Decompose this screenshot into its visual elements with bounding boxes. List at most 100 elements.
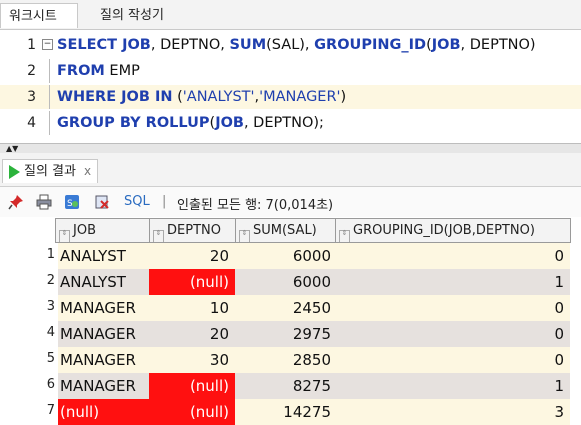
fold-toggle-icon[interactable]: − (42, 39, 53, 50)
sql-text: EMP (104, 63, 140, 79)
table-row[interactable]: 5 MANAGER 30 2850 0 (0, 347, 581, 373)
cell-sum-sal[interactable]: 2975 (235, 321, 335, 347)
cell-job[interactable]: MANAGER (58, 295, 149, 321)
tab-query-result[interactable]: 질의 결과 x (2, 159, 99, 183)
editor-line[interactable]: 1− SELECT JOB, DEPTNO, SUM(SAL), GROUPING… (0, 33, 581, 57)
sql-keyword: GROUP BY ROLLUP (57, 115, 210, 131)
column-header-label: DEPTNO (167, 223, 221, 238)
cell-deptno[interactable]: (null) (149, 373, 235, 399)
table-row[interactable]: 6 MANAGER (null) 8275 1 (0, 373, 581, 399)
sql-text: , DEPTNO) (460, 37, 536, 53)
table-row[interactable]: 4 MANAGER 20 2975 0 (0, 321, 581, 347)
cell-deptno[interactable]: 20 (149, 321, 235, 347)
cell-grouping-id[interactable]: 1 (335, 373, 570, 399)
sql-text: , DEPTNO, (150, 37, 230, 53)
toolbar-separator: | (162, 194, 167, 209)
cell-sum-sal[interactable]: 6000 (235, 243, 335, 269)
sql-keyword: JOB (431, 37, 461, 53)
editor-line[interactable]: 3 WHERE JOB IN ('ANALYST','MANAGER') (0, 85, 581, 109)
tab-query-builder[interactable]: 질의 작성기 (92, 3, 172, 28)
sql-text: ) (340, 89, 347, 105)
cell-sum-sal[interactable]: 2850 (235, 347, 335, 373)
query-result-label: 질의 결과 (24, 164, 76, 179)
cell-job[interactable]: MANAGER (58, 321, 149, 347)
cell-job[interactable]: MANAGER (58, 373, 149, 399)
fold-guide (49, 59, 50, 83)
cell-grouping-id[interactable]: 3 (335, 399, 570, 425)
play-icon (9, 164, 20, 179)
sort-icon[interactable]: ⇕ (59, 230, 70, 242)
editor-line[interactable]: 4 GROUP BY ROLLUP(JOB, DEPTNO); (0, 111, 581, 135)
table-row[interactable]: 3 MANAGER 10 2450 0 (0, 295, 581, 321)
close-icon[interactable]: x (84, 164, 91, 178)
cell-deptno[interactable]: 30 (149, 347, 235, 373)
editor-tabbar: 워크시트 질의 작성기 (0, 0, 581, 30)
sort-icon[interactable]: ⇕ (153, 230, 164, 242)
cell-deptno[interactable]: (null) (149, 399, 235, 425)
sql-text: (SAL), (266, 37, 315, 53)
row-number: 6 (46, 377, 55, 392)
cell-job[interactable]: MANAGER (58, 347, 149, 373)
cell-grouping-id[interactable]: 0 (335, 243, 570, 269)
cell-grouping-id[interactable]: 1 (335, 269, 570, 295)
line-number: 2 (27, 63, 36, 79)
column-header-grouping-id[interactable]: ⇕ GROUPING_ID(JOB,DEPTNO) (335, 218, 571, 243)
cell-sum-sal[interactable]: 6000 (235, 269, 335, 295)
code-text: WHERE JOB IN ('ANALYST','MANAGER') (57, 85, 346, 109)
row-number: 1 (46, 247, 55, 262)
editor-line[interactable]: 2 FROM EMP (0, 59, 581, 83)
sort-icon[interactable]: ⇕ (339, 230, 350, 242)
fold-guide (49, 111, 50, 135)
sql-keyword: GROUPING_ID (314, 37, 427, 53)
cell-deptno[interactable]: 10 (149, 295, 235, 321)
line-number: 3 (27, 89, 36, 105)
cell-grouping-id[interactable]: 0 (335, 347, 570, 373)
cell-deptno[interactable]: (null) (149, 269, 235, 295)
sql-link[interactable]: SQL (124, 194, 150, 209)
sql-keyword: SUM (229, 37, 267, 53)
row-number: 4 (46, 325, 55, 340)
cell-sum-sal[interactable]: 2450 (235, 295, 335, 321)
row-number: 3 (46, 299, 55, 314)
row-number: 7 (46, 403, 55, 418)
sql-text: , DEPTNO); (243, 115, 324, 131)
cell-grouping-id[interactable]: 0 (335, 321, 570, 347)
pin-icon[interactable] (8, 194, 24, 210)
cell-sum-sal[interactable]: 14275 (235, 399, 335, 425)
cell-sum-sal[interactable]: 8275 (235, 373, 335, 399)
results-tabbar: 질의 결과 x (0, 153, 581, 187)
sql-keyword: SELECT JOB (57, 37, 151, 53)
sql-string: 'ANALYST' (182, 89, 255, 105)
export-icon[interactable] (94, 194, 110, 210)
table-row[interactable]: 1 ANALYST 20 6000 0 (0, 243, 581, 269)
results-toolbar: S SQL | 인출된 모든 행: 7(0,014초) (0, 187, 581, 217)
sql-keyword: WHERE JOB IN (57, 89, 173, 105)
sql-text: ( (172, 89, 183, 105)
cell-job[interactable]: ANALYST (58, 243, 149, 269)
column-header-sum-sal[interactable]: ⇕ SUM(SAL) (235, 218, 336, 243)
sql-editor[interactable]: 1− SELECT JOB, DEPTNO, SUM(SAL), GROUPING… (0, 30, 581, 142)
code-text: FROM EMP (57, 59, 140, 83)
refresh-sql-icon[interactable]: S (64, 194, 80, 210)
fold-guide (49, 85, 50, 109)
column-header-job[interactable]: ⇕ JOB (55, 218, 150, 243)
table-row[interactable]: 2 ANALYST (null) 6000 1 (0, 269, 581, 295)
cell-deptno[interactable]: 20 (149, 243, 235, 269)
column-header-label: SUM(SAL) (253, 223, 317, 238)
tab-worksheet[interactable]: 워크시트 (0, 3, 78, 28)
cell-job[interactable]: (null) (58, 399, 149, 425)
sql-string: 'MANAGER' (259, 89, 341, 105)
row-number: 2 (46, 273, 55, 288)
column-header-deptno[interactable]: ⇕ DEPTNO (149, 218, 236, 243)
code-text: SELECT JOB, DEPTNO, SUM(SAL), GROUPING_I… (57, 33, 536, 57)
code-text: GROUP BY ROLLUP(JOB, DEPTNO); (57, 111, 324, 135)
column-header-label: JOB (73, 223, 96, 238)
cell-job[interactable]: ANALYST (58, 269, 149, 295)
cell-grouping-id[interactable]: 0 (335, 295, 570, 321)
print-icon[interactable] (36, 194, 52, 210)
line-number: 4 (27, 115, 36, 131)
sort-icon[interactable]: ⇕ (239, 230, 250, 242)
column-header-label: GROUPING_ID(JOB,DEPTNO) (353, 223, 535, 238)
table-row[interactable]: 7 (null) (null) 14275 3 (0, 399, 581, 425)
splitter-arrows-icon[interactable]: ▲▼ (6, 144, 18, 153)
